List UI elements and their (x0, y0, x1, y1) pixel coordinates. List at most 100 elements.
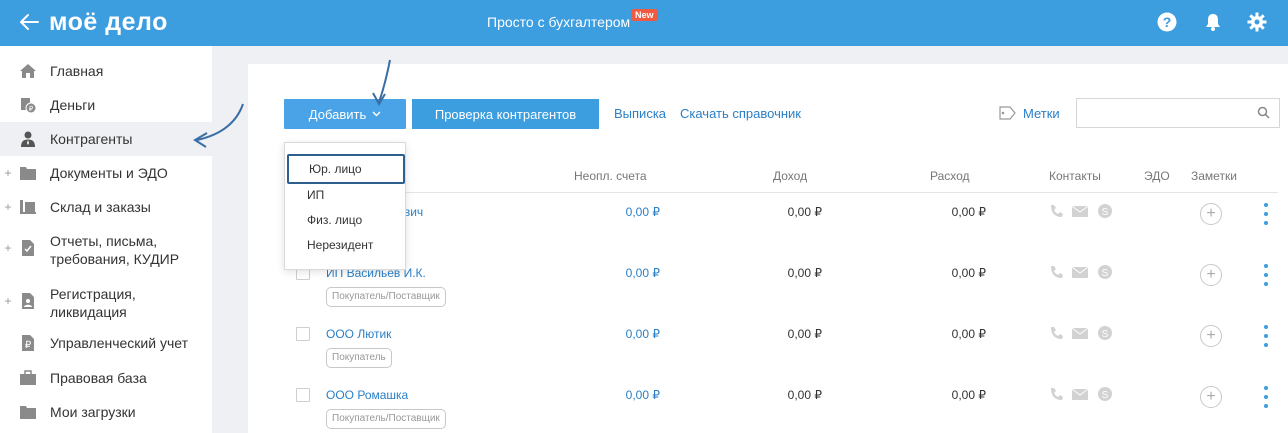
income-amount: 0,00 ₽ (787, 205, 822, 219)
add-note-button[interactable]: + (1200, 325, 1222, 347)
row-checkbox[interactable] (296, 327, 310, 341)
expand-plus-icon[interactable]: + (4, 166, 12, 180)
search-icon[interactable] (1257, 106, 1270, 119)
expand-plus-icon[interactable]: + (4, 294, 12, 308)
phone-icon (1051, 388, 1063, 400)
sidebar-item-warehouse[interactable]: + Склад и заказы (0, 194, 212, 220)
unpaid-amount-link[interactable]: 0,00 ₽ (580, 266, 660, 280)
home-icon (20, 64, 36, 78)
sidebar-item-label: Склад и заказы (50, 199, 151, 215)
row-checkbox[interactable] (296, 388, 310, 402)
unpaid-amount-link[interactable]: 0,00 ₽ (580, 388, 660, 402)
sidebar-item-my-downloads[interactable]: Мои загрузки (0, 399, 212, 425)
unpaid-amount-link[interactable]: 0,00 ₽ (580, 327, 660, 341)
sidebar-item-label: Документы и ЭДО (50, 165, 168, 181)
menu-item-legal-entity[interactable]: Юр. лицо (287, 154, 405, 184)
counterparty-name-link[interactable]: ООО Лютик (326, 327, 391, 341)
statement-link[interactable]: Выписка (614, 106, 666, 121)
download-directory-link[interactable]: Скачать справочник (680, 106, 801, 121)
more-vertical-icon[interactable] (1262, 324, 1270, 348)
sidebar-item-label: Регистрация, (50, 286, 136, 302)
col-header-income[interactable]: Доход (773, 169, 807, 183)
tag-icon[interactable] (999, 106, 1016, 120)
sidebar-item-label: Правовая база (50, 370, 147, 386)
sidebar-item-registration[interactable]: + Регистрация, ликвидация (0, 281, 212, 321)
counterparty-name-link[interactable]: ООО Ромашка (326, 388, 408, 402)
search-input[interactable] (1076, 98, 1280, 128)
folder-icon (20, 167, 36, 180)
check-counterparties-button[interactable]: Проверка контрагентов (412, 99, 599, 129)
skype-icon: S (1098, 387, 1112, 401)
svg-text:S: S (1102, 329, 1109, 340)
new-badge: New (631, 9, 658, 21)
service-title[interactable]: Просто с бухгалтером (487, 14, 630, 30)
col-header-expense[interactable]: Расход (930, 169, 970, 183)
sidebar-item-label: Мои загрузки (50, 404, 136, 420)
svg-text:?: ? (1163, 14, 1172, 30)
contact-icons: S (1051, 326, 1112, 340)
reports-icon (22, 240, 34, 256)
svg-text:₽: ₽ (29, 105, 34, 113)
skype-icon: S (1098, 326, 1112, 340)
chevron-down-icon (372, 111, 381, 117)
counterparty-icon (21, 131, 35, 147)
svg-text:S: S (1102, 390, 1109, 401)
sidebar-item-management-accounting[interactable]: ₽ Управленческий учет (0, 330, 212, 356)
add-note-button[interactable]: + (1200, 264, 1222, 286)
sidebar-item-label: Деньги (50, 97, 96, 113)
expense-amount: 0,00 ₽ (951, 388, 986, 402)
menu-item-nonresident[interactable]: Нерезидент (285, 233, 405, 257)
add-note-button[interactable]: + (1200, 386, 1222, 408)
svg-text:S: S (1102, 268, 1109, 279)
sidebar-item-counterparties[interactable]: Контрагенты (0, 122, 212, 156)
more-vertical-icon[interactable] (1262, 385, 1270, 409)
add-button-label: Добавить (308, 106, 367, 122)
tags-link[interactable]: Метки (1023, 106, 1060, 121)
add-button[interactable]: Добавить (284, 99, 406, 129)
unpaid-amount-link[interactable]: 0,00 ₽ (580, 205, 660, 219)
sidebar-item-label-line2: требования, КУДИР (50, 251, 180, 267)
income-amount: 0,00 ₽ (787, 327, 822, 341)
col-header-edo: ЭДО (1144, 169, 1170, 183)
logo[interactable]: моё дело (49, 8, 168, 37)
skype-icon: S (1098, 204, 1112, 218)
help-icon[interactable]: ? (1157, 12, 1177, 32)
col-header-contacts: Контакты (1049, 169, 1101, 183)
phone-icon (1051, 327, 1063, 339)
top-bar: моё дело Просто с бухгалтером New ? (0, 0, 1288, 46)
expense-amount: 0,00 ₽ (951, 205, 986, 219)
contact-icons: S (1051, 387, 1112, 401)
sidebar-item-money[interactable]: ₽ Деньги (0, 92, 212, 118)
gear-icon[interactable] (1247, 12, 1267, 32)
registration-icon (22, 293, 34, 309)
income-amount: 0,00 ₽ (787, 266, 822, 280)
expand-plus-icon[interactable]: + (4, 200, 12, 214)
add-note-button[interactable]: + (1200, 203, 1222, 225)
svg-text:₽: ₽ (25, 340, 32, 351)
menu-item-ip[interactable]: ИП (285, 183, 405, 207)
sidebar-item-label-line2: ликвидация (50, 304, 127, 320)
skype-icon: S (1098, 265, 1112, 279)
col-header-unpaid[interactable]: Неопл. счета (574, 169, 647, 183)
expense-amount: 0,00 ₽ (951, 327, 986, 341)
menu-item-individual[interactable]: Физ. лицо (285, 208, 405, 232)
counterparty-role-tag: Покупатель/Поставщик (326, 287, 446, 307)
sidebar-item-legal-base[interactable]: Правовая база (0, 365, 212, 391)
ruble-doc-icon: ₽ (22, 335, 34, 351)
money-icon: ₽ (21, 98, 37, 114)
expand-plus-icon[interactable]: + (4, 241, 12, 255)
more-vertical-icon[interactable] (1262, 263, 1270, 287)
income-amount: 0,00 ₽ (787, 388, 822, 402)
more-vertical-icon[interactable] (1262, 202, 1270, 226)
folder-icon (20, 406, 36, 419)
contact-icons: S (1051, 265, 1112, 279)
sidebar-item-documents[interactable]: + Документы и ЭДО (0, 160, 212, 186)
table-header-divider (284, 192, 1278, 193)
bell-icon[interactable] (1203, 12, 1223, 32)
sidebar-item-home[interactable]: Главная (0, 58, 212, 84)
back-arrow-icon[interactable] (18, 11, 40, 33)
col-header-notes: Заметки (1191, 169, 1237, 183)
sidebar-item-reports[interactable]: + Отчеты, письма, требования, КУДИР (0, 228, 212, 268)
sidebar-item-label: Главная (50, 63, 104, 79)
phone-icon (1051, 205, 1063, 217)
